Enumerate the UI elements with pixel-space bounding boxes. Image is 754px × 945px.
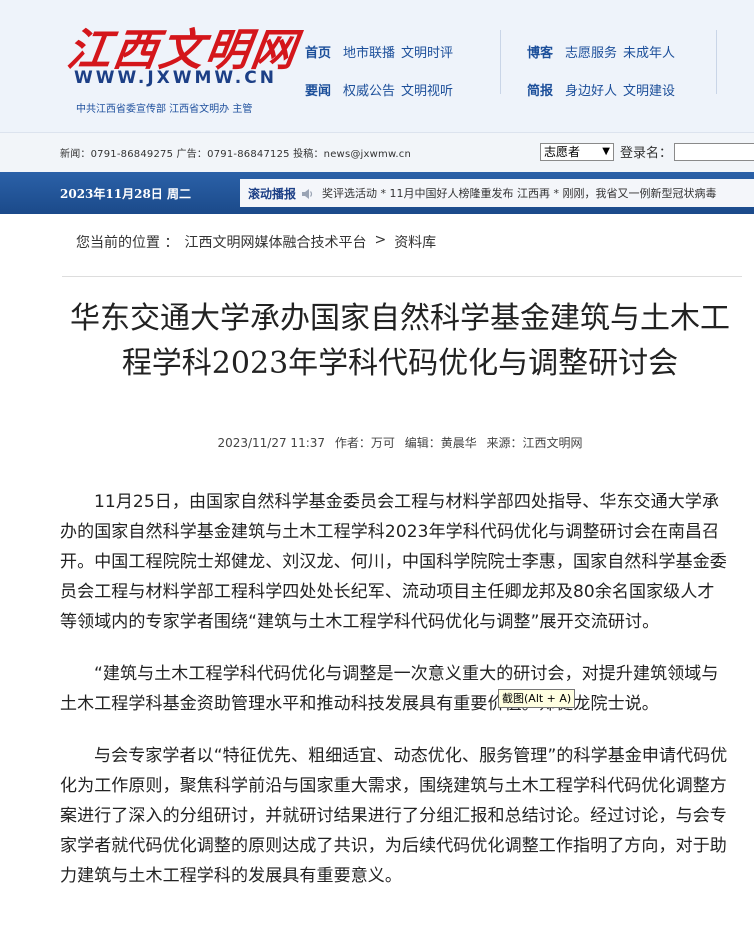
article-paragraph: 与会专家学者以“特征优先、粗细适宜、动态优化、服务管理”的科学基金申请代码优化为…	[60, 746, 728, 886]
nav-link-video[interactable]: 文明视听	[401, 80, 453, 99]
nav-link-home[interactable]: 首页	[305, 42, 331, 61]
info-bar: 新闻：0791-86849275 广告：0791-86847125 投稿：new…	[0, 132, 754, 173]
nav-row: 简报 身边好人 文明建设	[527, 70, 681, 108]
select-value: 志愿者	[544, 145, 581, 159]
news-ticker: 滚动播报 奖评选活动 * 11月中国好人榜隆重发布 江西再 * 刚刚，我省又一例…	[240, 179, 754, 207]
breadcrumb-item-library[interactable]: 资料库	[394, 232, 436, 252]
breadcrumb-item-platform[interactable]: 江西文明网媒体融合技术平台	[184, 232, 366, 252]
breadcrumb: 您当前的位置 ： 江西文明网媒体融合技术平台 > 资料库	[62, 232, 742, 277]
article-editor: 编辑：黄晨华	[404, 436, 477, 450]
nav-divider	[500, 30, 501, 94]
article-title: 华东交通大学承办国家自然科学基金建筑与土木工程学科2023年学科代码优化与调整研…	[70, 301, 730, 381]
article-body: 11月25日，由国家自然科学基金委员会工程与材料学部四处指导、华东交通大学承办的…	[60, 487, 730, 913]
article-meta: 2023/11/27 11:37 作者：万可 编辑：黄晨华 来源：江西文明网	[60, 434, 740, 451]
chevron-down-icon: ▼	[602, 145, 610, 157]
nav-row: 要闻 权威公告 文明视听	[305, 70, 459, 108]
login-area: 志愿者 ▼ 登录名：	[540, 142, 754, 161]
date-bar: 2023年11月28日 周二 滚动播报 奖评选活动 * 11月中国好人榜隆重发布…	[0, 172, 754, 214]
nav-link-local[interactable]: 地市联播	[343, 42, 395, 61]
nav-link-commentary[interactable]: 文明时评	[401, 42, 453, 61]
nav-group-secondary: 博客 志愿服务 未成年人 简报 身边好人 文明建设	[527, 32, 681, 108]
nav-row: 博客 志愿服务 未成年人	[527, 32, 681, 70]
nav-link-civilization[interactable]: 文明建设	[623, 80, 675, 99]
username-input[interactable]	[674, 142, 754, 161]
login-label: 登录名：	[620, 146, 673, 161]
nav-link-announcements[interactable]: 权威公告	[343, 80, 395, 99]
nav-group-primary: 首页 地市联播 文明时评 要闻 权威公告 文明视听	[305, 32, 459, 108]
nav-link-briefing[interactable]: 简报	[527, 80, 553, 99]
speaker-icon	[300, 186, 314, 200]
nav-link-news[interactable]: 要闻	[305, 80, 331, 99]
article-datetime: 2023/11/27 11:37	[217, 436, 326, 450]
article-paragraph: 11月25日，由国家自然科学基金委员会工程与材料学部四处指导、华东交通大学承办的…	[60, 492, 727, 632]
article-author: 作者：万可	[334, 436, 395, 450]
ticker-label: 滚动播报	[248, 186, 297, 201]
site-header: 江西文明网 WWW.JXWMW.CN 中共江西省委宣传部 江西省文明办 主管 首…	[0, 0, 754, 132]
ticker-text[interactable]: 奖评选活动 * 11月中国好人榜隆重发布 江西再 * 刚刚，我省又一例新型冠状病…	[322, 185, 716, 201]
breadcrumb-label: 您当前的位置 ：	[76, 235, 179, 251]
nav-divider	[716, 30, 717, 94]
nav-link-minors[interactable]: 未成年人	[623, 42, 675, 61]
logo-url: WWW.JXWMW.CN	[74, 68, 277, 88]
current-date: 2023年11月28日 周二	[60, 187, 191, 201]
logo-subtitle: 中共江西省委宣传部 江西省文明办 主管	[76, 104, 253, 115]
article-source: 来源：江西文明网	[486, 436, 583, 450]
nav-link-volunteer[interactable]: 志愿服务	[565, 42, 617, 61]
breadcrumb-separator: >	[374, 232, 387, 248]
nav-link-good-people[interactable]: 身边好人	[565, 80, 617, 99]
contact-info: 新闻：0791-86849275 广告：0791-86847125 投稿：new…	[60, 149, 412, 160]
user-type-select[interactable]: 志愿者 ▼	[540, 142, 614, 161]
nav-link-blog[interactable]: 博客	[527, 42, 553, 61]
nav-row: 首页 地市联播 文明时评	[305, 32, 459, 70]
article-paragraph: “建筑与土木工程学科代码优化与调整是一次意义重大的研讨会，对提升建筑领域与土木工…	[60, 664, 719, 714]
screenshot-tooltip: 截图(Alt + A)	[498, 689, 576, 708]
